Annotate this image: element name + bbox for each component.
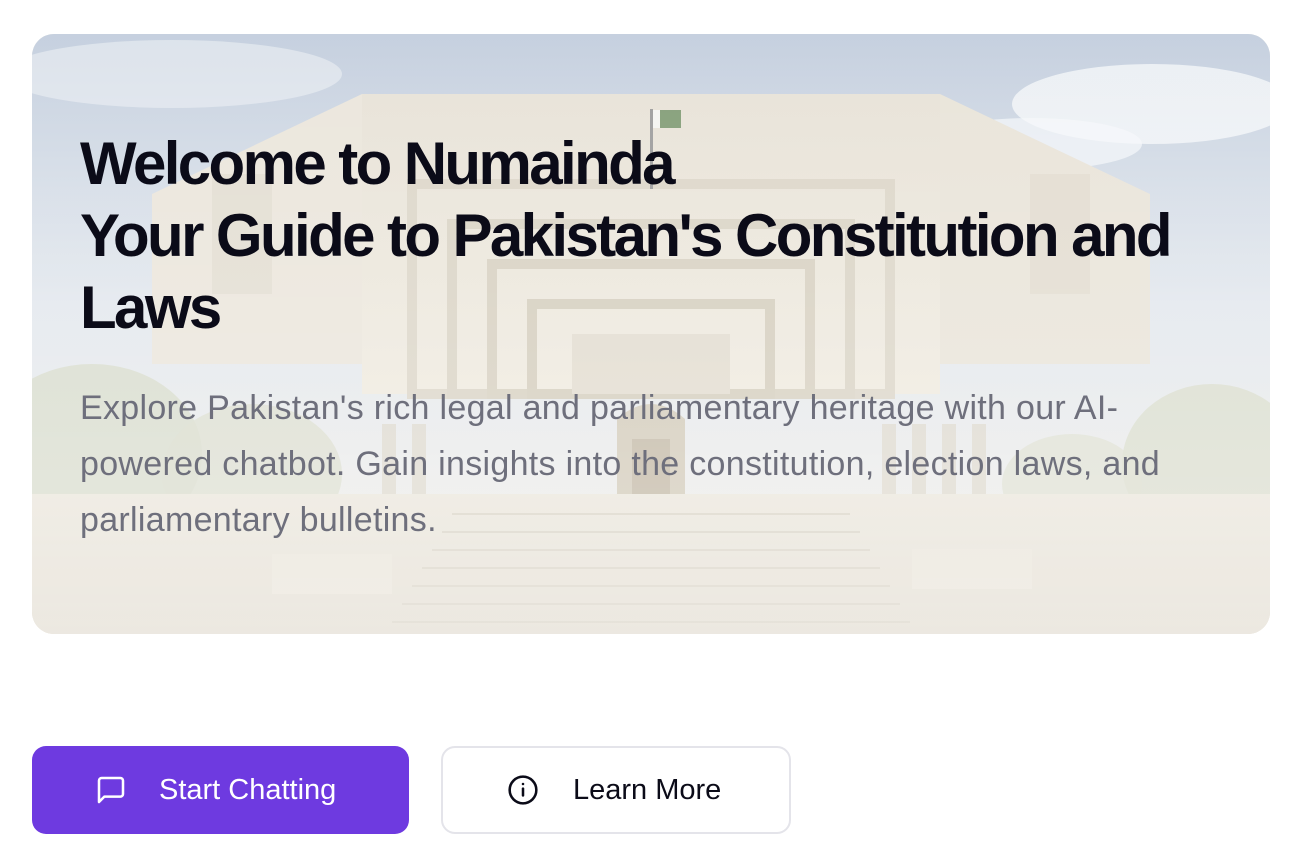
hero-description: Explore Pakistan's rich legal and parlia… <box>80 389 1161 539</box>
hero-title-line-2: Your Guide to Pakistan's Constitution an… <box>80 202 1173 269</box>
learn-more-label: Learn More <box>573 773 722 806</box>
hero-title-line-1: Welcome to Numainda <box>80 130 676 197</box>
message-square-icon <box>94 773 128 807</box>
start-chatting-label: Start Chatting <box>159 773 337 806</box>
landing-page: Welcome to Numainda Your Guide to Pakist… <box>0 0 1308 854</box>
hero-banner: Welcome to Numainda Your Guide to Pakist… <box>32 34 1270 634</box>
hero-title: Welcome to Numainda Your Guide to Pakist… <box>80 128 1220 344</box>
info-icon <box>506 773 540 807</box>
start-chatting-button[interactable]: Start Chatting <box>32 746 409 834</box>
hero-title-line-3: Laws <box>80 274 222 341</box>
learn-more-button[interactable]: Learn More <box>441 746 791 834</box>
hero-content: Welcome to Numainda Your Guide to Pakist… <box>80 128 1220 548</box>
